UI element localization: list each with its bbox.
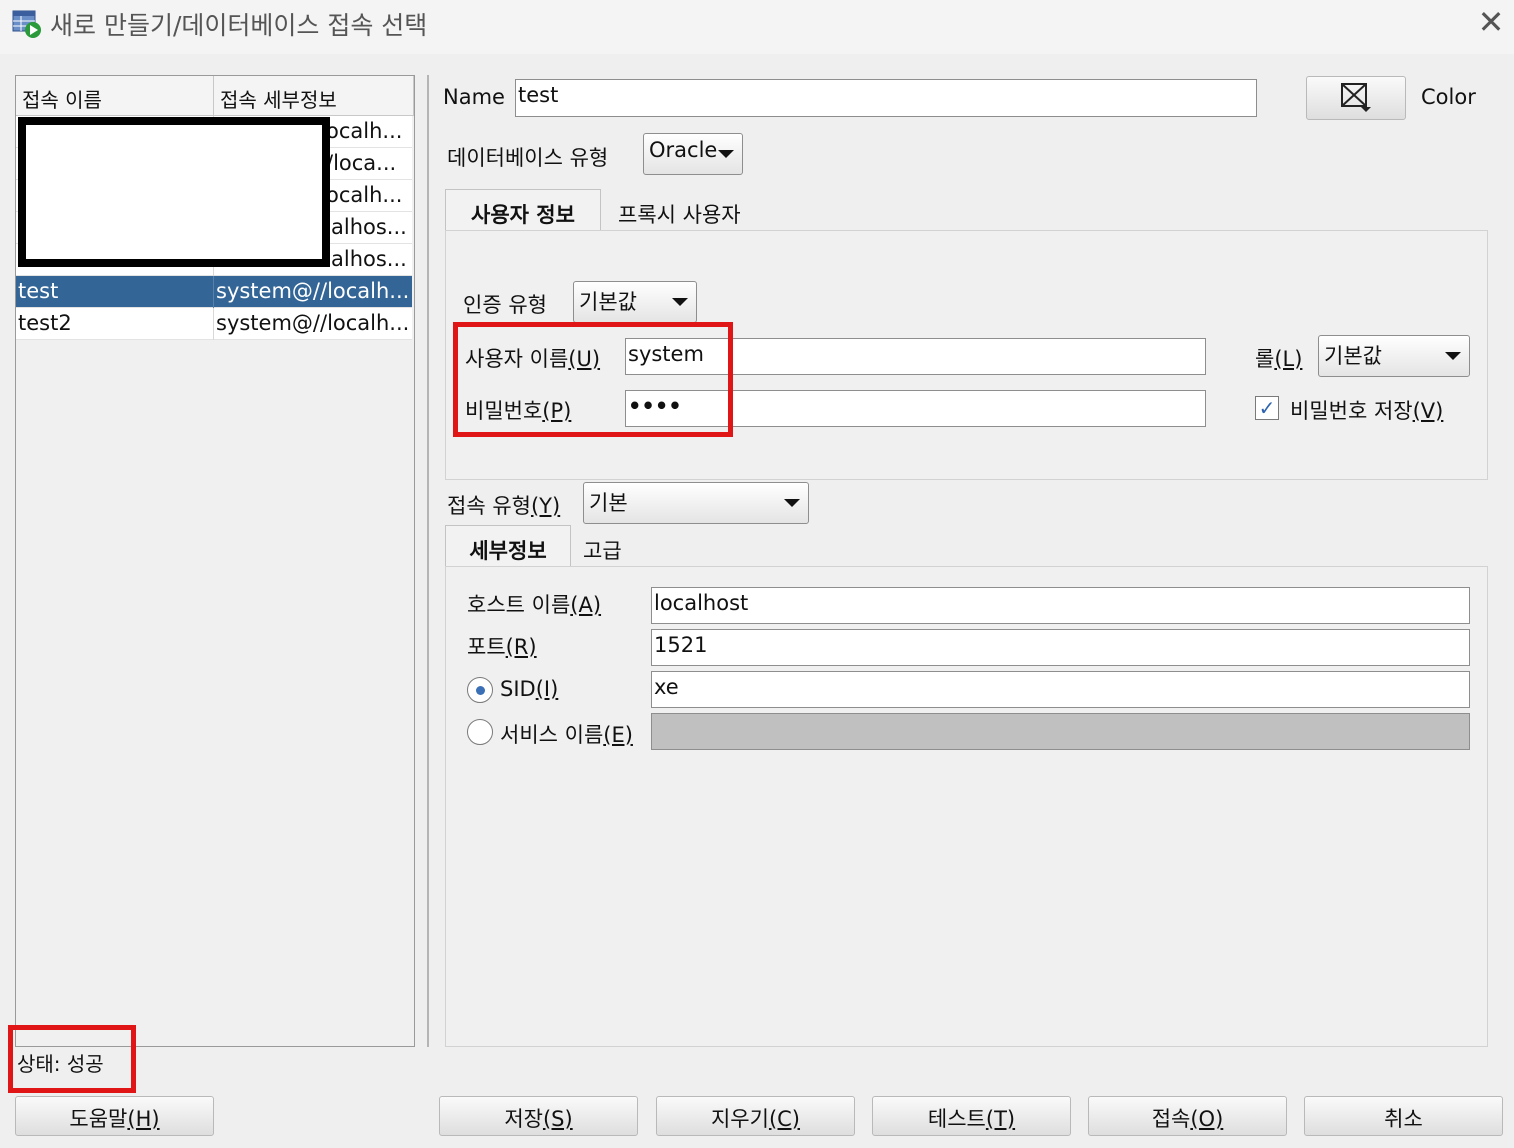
color-label: Color	[1421, 85, 1476, 109]
test-button[interactable]: 테스트(T)	[872, 1096, 1071, 1136]
chevron-down-icon	[672, 298, 688, 306]
role-select[interactable]: 기본값	[1318, 335, 1470, 377]
sid-input[interactable]: xe	[651, 671, 1470, 708]
color-picker-button[interactable]	[1306, 76, 1406, 120]
list-item-selected[interactable]: test system@//localh...	[16, 276, 412, 308]
connection-name: test	[18, 279, 59, 303]
tab-user-info[interactable]: 사용자 정보	[445, 189, 601, 231]
tab-proxy-user[interactable]: 프록시 사용자	[618, 199, 741, 229]
conn-type-label: 접속 유형(Y)	[447, 494, 561, 518]
list-item[interactable]: test2 system@//localh...	[16, 308, 412, 340]
window-title: 새로 만들기/데이터베이스 접속 선택	[50, 11, 428, 40]
host-input[interactable]: localhost	[651, 587, 1470, 624]
auth-type-value: 기본값	[579, 290, 637, 314]
save-password-label: 비밀번호 저장(V)	[1290, 399, 1444, 423]
connection-detail: system@//localh...	[216, 311, 410, 335]
color-picker-icon	[1341, 83, 1371, 112]
sid-radio[interactable]	[467, 677, 493, 703]
service-name-label: 서비스 이름(E)	[500, 723, 633, 747]
conn-type-select[interactable]: 기본	[583, 482, 809, 524]
tab-details[interactable]: 세부정보	[445, 525, 571, 567]
connection-name: test2	[18, 311, 72, 335]
service-name-radio[interactable]	[467, 719, 493, 745]
chevron-down-icon	[718, 150, 734, 158]
save-button[interactable]: 저장(S)	[439, 1096, 638, 1136]
role-label: 롤(L)	[1255, 347, 1303, 371]
database-connection-icon	[12, 10, 41, 38]
redaction-box	[18, 117, 330, 267]
cancel-button[interactable]: 취소	[1304, 1096, 1503, 1136]
port-input[interactable]: 1521	[651, 629, 1470, 666]
connect-button[interactable]: 접속(O)	[1088, 1096, 1287, 1136]
clear-button[interactable]: 지우기(C)	[656, 1096, 855, 1136]
port-label: 포트(R)	[467, 635, 537, 659]
sid-label: SID(I)	[500, 677, 559, 701]
db-type-value: Oracle	[649, 138, 718, 162]
auth-type-label: 인증 유형	[463, 293, 547, 317]
name-label: Name	[443, 85, 505, 109]
name-input[interactable]: test	[515, 79, 1257, 117]
chevron-down-icon	[1445, 352, 1461, 360]
help-button[interactable]: 도움말(H)	[15, 1096, 214, 1136]
role-value: 기본값	[1324, 344, 1382, 368]
service-name-input[interactable]	[651, 713, 1470, 750]
split-divider[interactable]	[427, 75, 429, 1047]
connection-detail: ocalh...	[326, 119, 403, 143]
status-label: 상태: 성공	[17, 1052, 104, 1076]
highlight-box-credentials	[453, 322, 733, 437]
db-type-select[interactable]: Oracle	[643, 133, 743, 175]
column-header-detail[interactable]: 접속 세부정보	[214, 76, 414, 116]
tab-advanced[interactable]: 고급	[583, 535, 622, 565]
connection-detail: system@//localh...	[216, 279, 410, 303]
auth-type-select[interactable]: 기본값	[573, 281, 697, 323]
save-password-checkbox[interactable]: ✓	[1255, 396, 1279, 420]
close-icon[interactable]: ✕	[1474, 4, 1508, 42]
chevron-down-icon	[784, 499, 800, 507]
column-header-name[interactable]: 접속 이름	[16, 76, 214, 116]
host-label: 호스트 이름(A)	[467, 593, 602, 617]
db-type-label: 데이터베이스 유형	[447, 146, 609, 170]
conn-type-value: 기본	[589, 491, 628, 515]
